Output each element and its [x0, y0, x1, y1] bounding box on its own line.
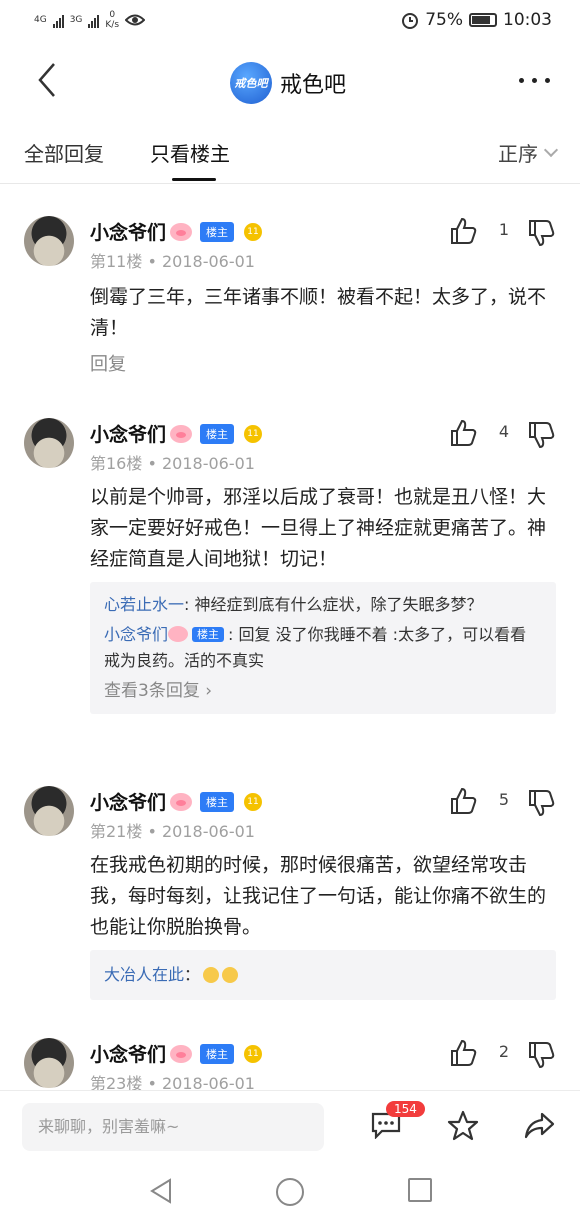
thumbs-up-icon[interactable]	[448, 786, 478, 816]
like-count: 1	[498, 220, 510, 239]
like-count: 4	[498, 422, 510, 441]
avatar[interactable]	[24, 1038, 74, 1088]
thumbs-down-icon[interactable]	[526, 218, 556, 248]
more-menu-icon[interactable]	[519, 78, 550, 83]
post-content: 以前是个帅哥，邪淫以后成了衰哥！也就是丑八怪！大家一定要好好戒色！一旦得上了神经…	[90, 486, 547, 570]
angry-emoji-icon	[203, 967, 220, 983]
signal-icon-2	[88, 12, 100, 28]
sub-reply-box[interactable]: 心若止水一: 神经症到底有什么症状，除了失眠多梦？ 小念爷们 楼主: 回复 没了你…	[90, 582, 556, 714]
forum-title[interactable]: 戒色吧 戒色吧	[230, 62, 346, 104]
level-badge-icon: 11	[244, 1044, 263, 1063]
tab-bar: 全部回复 只看楼主 正序	[0, 120, 580, 184]
level-badge-icon: 11	[244, 424, 263, 443]
comment-input[interactable]: 来聊聊，别害羞嘛~	[22, 1103, 324, 1151]
thumbs-up-icon[interactable]	[448, 216, 478, 246]
sub-reply-author[interactable]: 大冶人在此	[104, 965, 184, 984]
sort-order-label: 正序	[498, 142, 538, 166]
network-type-1: 4G	[34, 15, 47, 25]
level-badge-icon: 11	[244, 792, 263, 811]
username[interactable]: 小念爷们	[90, 420, 166, 447]
nav-home-icon[interactable]	[276, 1178, 304, 1206]
sort-order-dropdown[interactable]: 正序	[498, 138, 559, 167]
pig-emoji-icon	[170, 1044, 193, 1063]
sub-reply: 心若止水一: 神经症到底有什么症状，除了失眠多梦？	[104, 595, 483, 614]
battery-percent: 75%	[425, 10, 463, 30]
pig-emoji-icon	[170, 792, 193, 811]
op-badge: 楼主	[200, 221, 235, 242]
username[interactable]: 小念爷们	[90, 788, 166, 815]
nav-back-icon[interactable]	[146, 1176, 176, 1206]
pig-emoji-icon	[170, 424, 193, 443]
thumbs-down-icon[interactable]	[526, 420, 556, 450]
chevron-down-icon	[543, 142, 559, 157]
sub-reply-author[interactable]: 小念爷们	[104, 625, 168, 644]
sub-reply-text: 神经症到底有什么症状，除了失眠多梦？	[194, 595, 483, 614]
avatar[interactable]	[24, 418, 74, 468]
pig-emoji-icon	[168, 626, 189, 642]
system-nav-bar	[0, 1160, 580, 1224]
floor-date: 第11楼 • 2018-06-01	[90, 252, 255, 271]
op-badge: 楼主	[200, 791, 235, 812]
bottom-action-bar: 来聊聊，别害羞嘛~ 154	[0, 1090, 580, 1160]
like-count: 5	[498, 790, 510, 809]
reply-button[interactable]: 回复	[90, 350, 126, 376]
nav-recents-icon[interactable]	[408, 1178, 432, 1202]
like-count: 2	[498, 1042, 510, 1061]
notification-badge: 154	[386, 1101, 425, 1117]
share-icon[interactable]	[522, 1109, 556, 1143]
tab-indicator	[172, 178, 216, 181]
avatar[interactable]	[24, 216, 74, 266]
username[interactable]: 小念爷们	[90, 218, 166, 245]
back-arrow-icon[interactable]	[30, 58, 64, 102]
tab-all-replies[interactable]: 全部回复	[24, 138, 104, 167]
clock: 10:03	[503, 10, 552, 30]
thumbs-down-icon[interactable]	[526, 788, 556, 818]
thumbs-down-icon[interactable]	[526, 1040, 556, 1070]
status-bar: 4G 3G 0 K/s 75% 10:03	[0, 0, 580, 44]
battery-icon	[469, 13, 497, 27]
level-badge-icon: 11	[244, 222, 263, 241]
tab-only-op[interactable]: 只看楼主	[150, 138, 230, 167]
op-badge: 楼主	[200, 1043, 235, 1064]
alarm-icon	[402, 13, 419, 29]
floor-date: 第21楼 • 2018-06-01	[90, 822, 255, 841]
eye-icon	[125, 14, 146, 26]
sub-reply-author[interactable]: 心若止水一	[104, 595, 184, 614]
thumbs-up-icon[interactable]	[448, 418, 478, 448]
view-more-replies-link[interactable]: 查看3条回复 ›	[104, 678, 542, 704]
forum-logo: 戒色吧	[230, 62, 272, 104]
floor-date: 第16楼 • 2018-06-01	[90, 454, 255, 473]
network-type-2: 3G	[69, 15, 83, 25]
op-badge: 楼主	[192, 627, 225, 642]
page-title: 戒色吧	[280, 73, 347, 98]
post-content: 倒霉了三年，三年诸事不顺！被看不起！太多了，说不清！	[90, 286, 547, 339]
post-content: 在我戒色初期的时候，那时候很痛苦，欲望经常攻击我，每时每刻，让我记住了一句话，能…	[90, 854, 547, 938]
pig-emoji-icon	[170, 222, 193, 241]
sub-reply-box[interactable]: 大冶人在此：	[90, 950, 556, 1000]
network-speed: 0 K/s	[105, 10, 120, 30]
header: 戒色吧 戒色吧	[0, 44, 580, 120]
angry-emoji-icon	[222, 967, 239, 983]
sub-reply: 大冶人在此：	[104, 962, 542, 988]
star-icon[interactable]	[446, 1109, 480, 1143]
username[interactable]: 小念爷们	[90, 1040, 166, 1067]
avatar[interactable]	[24, 786, 74, 836]
thumbs-up-icon[interactable]	[448, 1038, 478, 1068]
signal-icon	[52, 12, 64, 28]
sub-reply: 小念爷们 楼主: 回复 没了你我睡不着 :太多了，可以看看戒为良药。活的不真实	[104, 625, 527, 670]
op-badge: 楼主	[200, 423, 235, 444]
